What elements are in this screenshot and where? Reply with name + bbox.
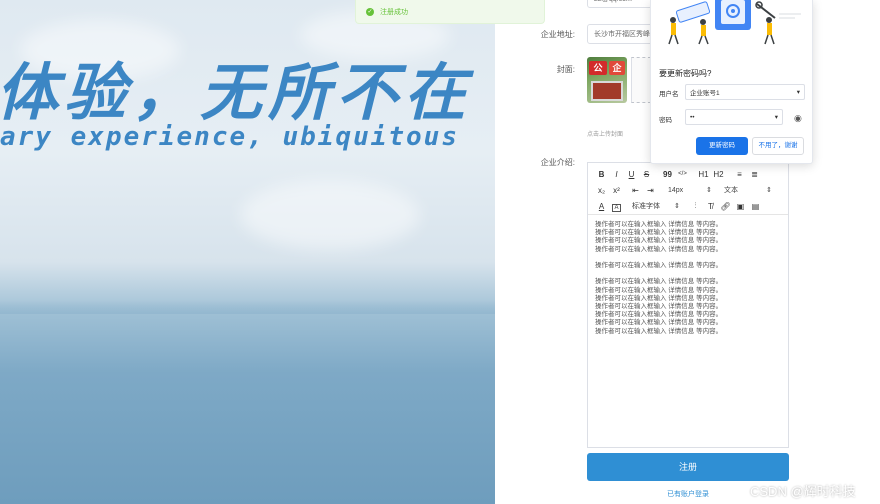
editor-line: 操作者可以在输入框输入 详情信息 等内容。	[595, 278, 723, 286]
address-label: 企业地址:	[540, 30, 575, 39]
text-type-select[interactable]: 文本 ⇕	[720, 185, 776, 195]
rich-text-editor: B I U S 99 </> H1 H2 ≡ ≣ x₂ x² ⇤ ⇥ 14px …	[587, 162, 789, 448]
security-illustration-icon	[668, 0, 801, 45]
cloud-shape	[240, 180, 420, 250]
link-icon[interactable]: 🔗︎	[718, 202, 733, 211]
horizon-line	[0, 300, 495, 314]
username-value: 企业账号1	[690, 90, 720, 97]
password-label: 密码	[659, 117, 672, 124]
update-password-button[interactable]: 更新密码	[696, 137, 748, 155]
italic-button[interactable]: I	[609, 170, 624, 179]
upload-tip: 点击上传封面	[587, 132, 624, 138]
no-thanks-button[interactable]: 不用了，谢谢	[752, 137, 804, 155]
success-toast: ✓ 注册成功	[355, 0, 545, 24]
toolbar-row: A A 标准字体 ⇕ ⫶ T̸ 🔗︎ ▣ ▤	[594, 199, 782, 213]
bold-button[interactable]: B	[594, 170, 609, 179]
register-button[interactable]: 注册	[587, 453, 789, 481]
toast-message: 注册成功	[380, 8, 408, 16]
superscript-button[interactable]: x²	[609, 186, 624, 195]
ordered-list-button[interactable]: ≡	[732, 170, 747, 179]
username-label: 用户名	[659, 91, 679, 98]
background-color-icon[interactable]: A	[609, 202, 624, 212]
editor-line: 操作者可以在输入框输入 详情信息 等内容。	[595, 303, 723, 310]
subscript-button[interactable]: x₂	[594, 186, 609, 195]
upload-cover-button[interactable]	[631, 57, 651, 103]
caret-down-icon: ▾	[796, 89, 800, 96]
editor-line	[595, 254, 781, 262]
eye-icon[interactable]: ◉	[794, 113, 802, 124]
intro-label: 企业介绍:	[540, 158, 575, 167]
check-circle-icon: ✓	[366, 7, 374, 16]
hero-title: 体验，无所不在	[0, 56, 473, 129]
editor-content[interactable]: 操作者可以在输入框输入 详情信息 等内容。 操作者可以在输入框输入 详情信息 等内…	[588, 215, 788, 342]
editor-line: 操作者可以在输入框输入 详情信息 等内容。	[595, 262, 723, 269]
editor-line: 操作者可以在输入框输入 详情信息 等内容。	[595, 245, 723, 253]
chevron-updown-icon: ⇕	[706, 187, 712, 194]
image-icon[interactable]: ▣	[733, 202, 748, 211]
blockquote-button[interactable]: 99	[660, 170, 675, 179]
chevron-updown-icon: ⇕	[766, 187, 772, 194]
editor-toolbar: B I U S 99 </> H1 H2 ≡ ≣ x₂ x² ⇤ ⇥ 14px …	[588, 163, 788, 215]
bullet-list-button[interactable]: ≣	[747, 170, 762, 179]
editor-line: 操作者可以在输入框输入 详情信息 等内容。	[595, 294, 723, 302]
editor-line: 操作者可以在输入框输入 详情信息 等内容。	[595, 221, 723, 228]
underline-button[interactable]: U	[624, 170, 639, 179]
editor-line: 操作者可以在输入框输入 详情信息 等内容。	[595, 237, 723, 245]
cover-thumb-shop	[591, 81, 623, 101]
font-family-value: 标准字体	[632, 203, 660, 210]
username-select[interactable]: 企业账号1 ▾	[685, 84, 805, 100]
password-select[interactable]: •• ▾	[685, 109, 783, 125]
cover-label: 封面:	[556, 65, 575, 74]
font-color-icon[interactable]: A	[594, 202, 609, 211]
h1-button[interactable]: H1	[696, 170, 711, 179]
watermark: CSDN @辉时科技	[750, 484, 856, 499]
align-icon[interactable]: ⫶	[688, 201, 703, 211]
video-icon[interactable]: ▤	[748, 202, 763, 211]
h2-button[interactable]: H2	[711, 170, 726, 179]
strike-button[interactable]: S	[639, 170, 654, 179]
cover-thumb-sign: 企	[609, 61, 625, 75]
password-value: ••	[690, 113, 695, 121]
hero-subtitle: ary experience, ubiquitous	[0, 122, 459, 152]
editor-line: 操作者可以在输入框输入 详情信息 等内容。	[595, 327, 723, 335]
font-size-select[interactable]: 14px ⇕	[664, 186, 716, 195]
editor-line: 操作者可以在输入框输入 详情信息 等内容。	[595, 319, 723, 327]
popup-title: 要更新密码吗?	[659, 69, 712, 78]
code-button[interactable]: </>	[675, 171, 690, 177]
hero-banner: 体验，无所不在 ary experience, ubiquitous	[0, 0, 495, 504]
outdent-button[interactable]: ⇤	[628, 186, 643, 195]
editor-line: 操作者可以在输入框输入 详情信息 等内容。	[595, 286, 723, 294]
password-update-popup: 要更新密码吗? 用户名 企业账号1 ▾ 密码 •• ▾ ◉ 更新密码 不用了，谢…	[650, 0, 813, 164]
indent-button[interactable]: ⇥	[643, 186, 658, 195]
font-family-select[interactable]: 标准字体 ⇕	[628, 201, 684, 211]
password-illustration	[651, 0, 814, 52]
toolbar-row: B I U S 99 </> H1 H2 ≡ ≣	[594, 167, 782, 181]
cover-thumb-sign: 公	[589, 61, 607, 75]
toolbar-row: x₂ x² ⇤ ⇥ 14px ⇕ 文本 ⇕	[594, 183, 782, 197]
text-type-value: 文本	[724, 187, 738, 194]
font-size-value: 14px	[668, 186, 684, 194]
caret-down-icon: ▾	[774, 114, 778, 121]
clear-format-icon[interactable]: T̸	[703, 202, 718, 211]
chevron-updown-icon: ⇕	[674, 203, 680, 210]
cover-thumbnail[interactable]: 公 企	[587, 57, 627, 103]
